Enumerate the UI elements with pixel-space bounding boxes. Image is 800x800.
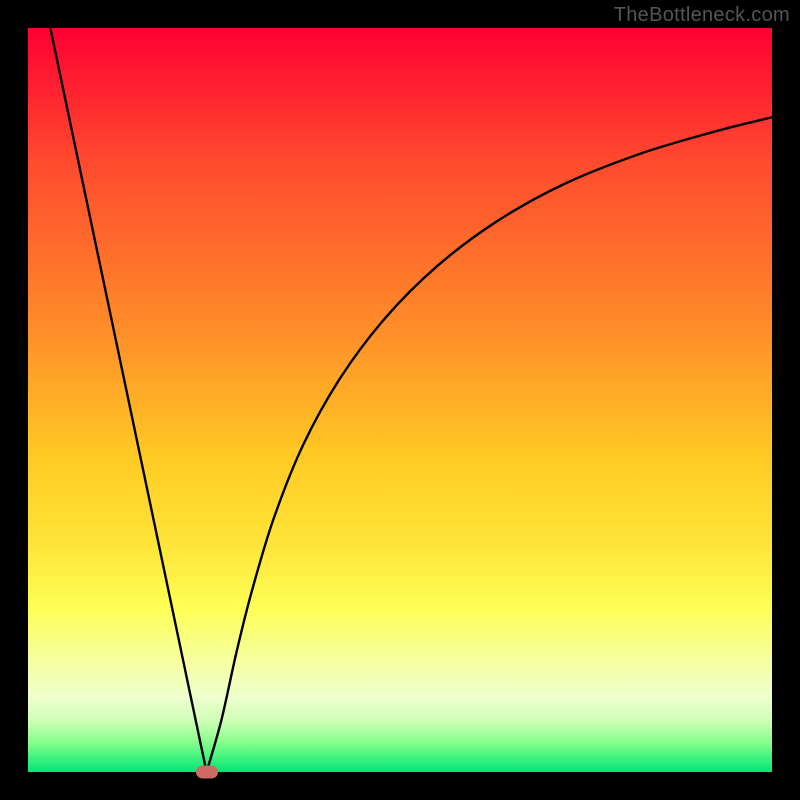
bottleneck-curve — [28, 28, 772, 772]
plot-area — [28, 28, 772, 772]
vertex-marker — [196, 766, 218, 779]
chart-frame: TheBottleneck.com — [0, 0, 800, 800]
watermark-text: TheBottleneck.com — [614, 4, 790, 27]
curve-left-branch — [50, 28, 206, 772]
curve-right-branch — [207, 117, 772, 772]
